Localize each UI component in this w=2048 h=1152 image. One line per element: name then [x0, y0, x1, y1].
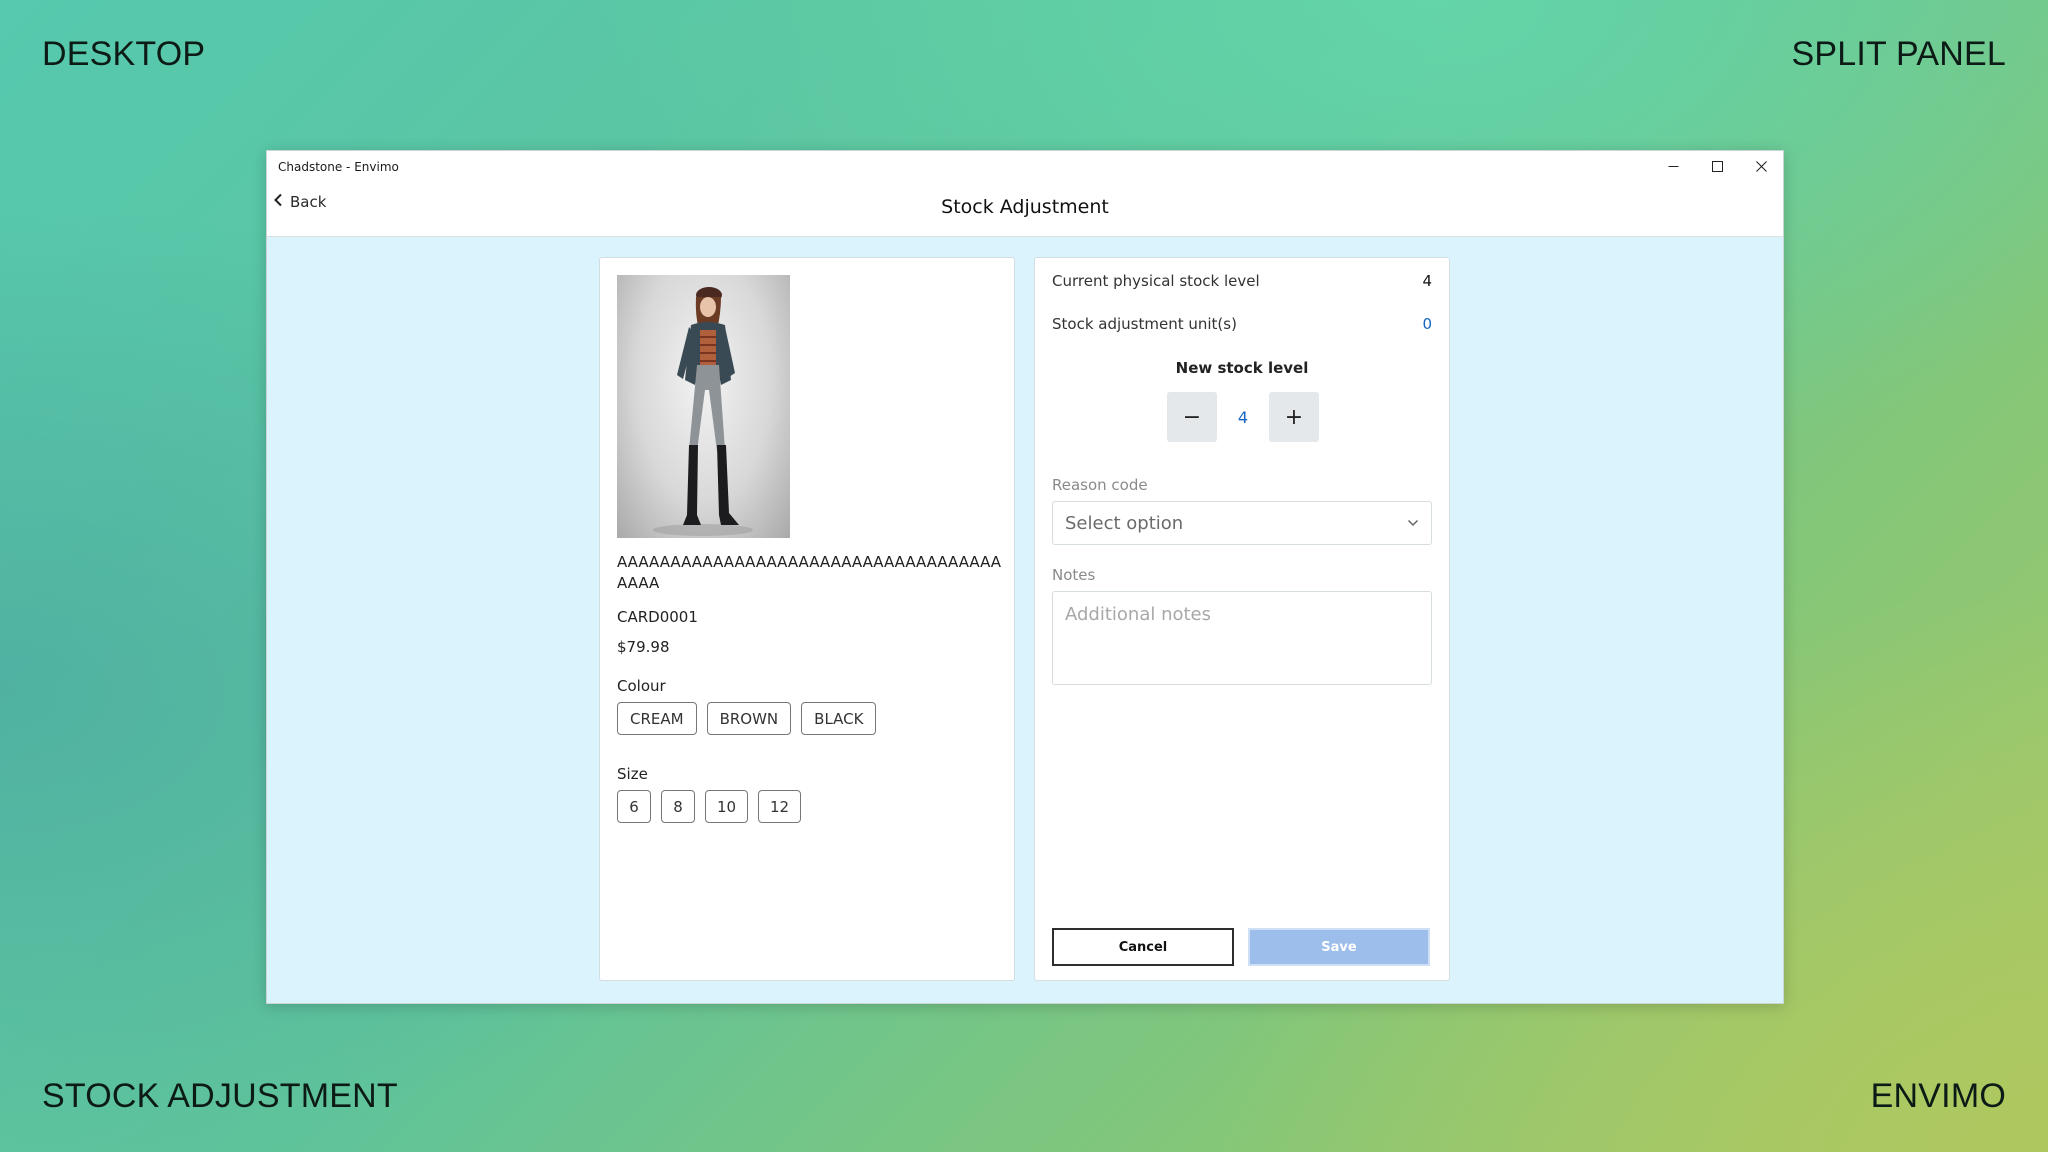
- cancel-button[interactable]: Cancel: [1052, 928, 1234, 966]
- size-option-12[interactable]: 12: [758, 790, 801, 823]
- colour-option-brown[interactable]: BROWN: [706, 702, 792, 735]
- product-panel: AAAAAAAAAAAAAAAAAAAAAAAAAAAAAAAAAAAAAAAA…: [599, 257, 1015, 981]
- window-controls: [1651, 151, 1783, 181]
- reason-code-placeholder: Select option: [1065, 512, 1184, 534]
- adjustment-units-value: 0: [1422, 315, 1432, 333]
- colour-options: CREAM BROWN BLACK: [617, 702, 877, 735]
- save-button[interactable]: Save: [1248, 928, 1430, 966]
- reason-code-select[interactable]: Select option: [1052, 501, 1432, 545]
- window-title: Chadstone - Envimo: [278, 160, 399, 174]
- chevron-down-icon: [1407, 514, 1419, 532]
- current-stock-value: 4: [1422, 272, 1432, 290]
- decrement-button[interactable]: −: [1167, 392, 1217, 442]
- increment-button[interactable]: +: [1269, 392, 1319, 442]
- adjustment-units-row: Stock adjustment unit(s) 0: [1052, 315, 1432, 333]
- adjustment-panel: Current physical stock level 4 Stock adj…: [1034, 257, 1450, 981]
- corner-label-bottom-left: STOCK ADJUSTMENT: [42, 1077, 398, 1115]
- page-title: Stock Adjustment: [941, 196, 1109, 218]
- current-stock-row: Current physical stock level 4: [1052, 272, 1432, 290]
- minimize-icon[interactable]: [1651, 151, 1695, 181]
- stock-level-stepper: − 4 +: [1167, 392, 1319, 442]
- reason-code-label: Reason code: [1052, 476, 1148, 494]
- product-image: [617, 275, 790, 538]
- notes-input[interactable]: [1052, 591, 1432, 685]
- colour-label: Colour: [617, 677, 666, 695]
- size-option-6[interactable]: 6: [617, 790, 651, 823]
- product-sku: CARD0001: [617, 608, 698, 626]
- product-price: $79.98: [617, 638, 670, 656]
- corner-label-top-left: DESKTOP: [42, 35, 206, 73]
- adjustment-units-label: Stock adjustment unit(s): [1052, 315, 1237, 333]
- current-stock-label: Current physical stock level: [1052, 272, 1260, 290]
- corner-label-bottom-right: ENVIMO: [1870, 1077, 2006, 1115]
- window-titlebar[interactable]: Chadstone - Envimo: [267, 151, 1783, 183]
- notes-label: Notes: [1052, 566, 1096, 584]
- app-window: Chadstone - Envimo Back Stock Adjustment: [266, 150, 1784, 1004]
- size-label: Size: [617, 765, 648, 783]
- new-stock-level-value: 4: [1237, 407, 1249, 427]
- size-option-8[interactable]: 8: [661, 790, 695, 823]
- size-options: 6 8 10 12: [617, 790, 801, 823]
- size-option-10[interactable]: 10: [705, 790, 748, 823]
- close-icon[interactable]: [1739, 151, 1783, 181]
- colour-option-cream[interactable]: CREAM: [617, 702, 697, 735]
- corner-label-top-right: SPLIT PANEL: [1791, 35, 2006, 73]
- product-name: AAAAAAAAAAAAAAAAAAAAAAAAAAAAAAAAAAAAAAAA: [617, 553, 1002, 592]
- app-header: Back Stock Adjustment: [267, 183, 1783, 237]
- new-stock-level-label: New stock level: [1175, 359, 1309, 377]
- model-photo: [653, 287, 753, 536]
- maximize-icon[interactable]: [1695, 151, 1739, 181]
- content-area: AAAAAAAAAAAAAAAAAAAAAAAAAAAAAAAAAAAAAAAA…: [267, 237, 1783, 1003]
- colour-option-black[interactable]: BLACK: [801, 702, 877, 735]
